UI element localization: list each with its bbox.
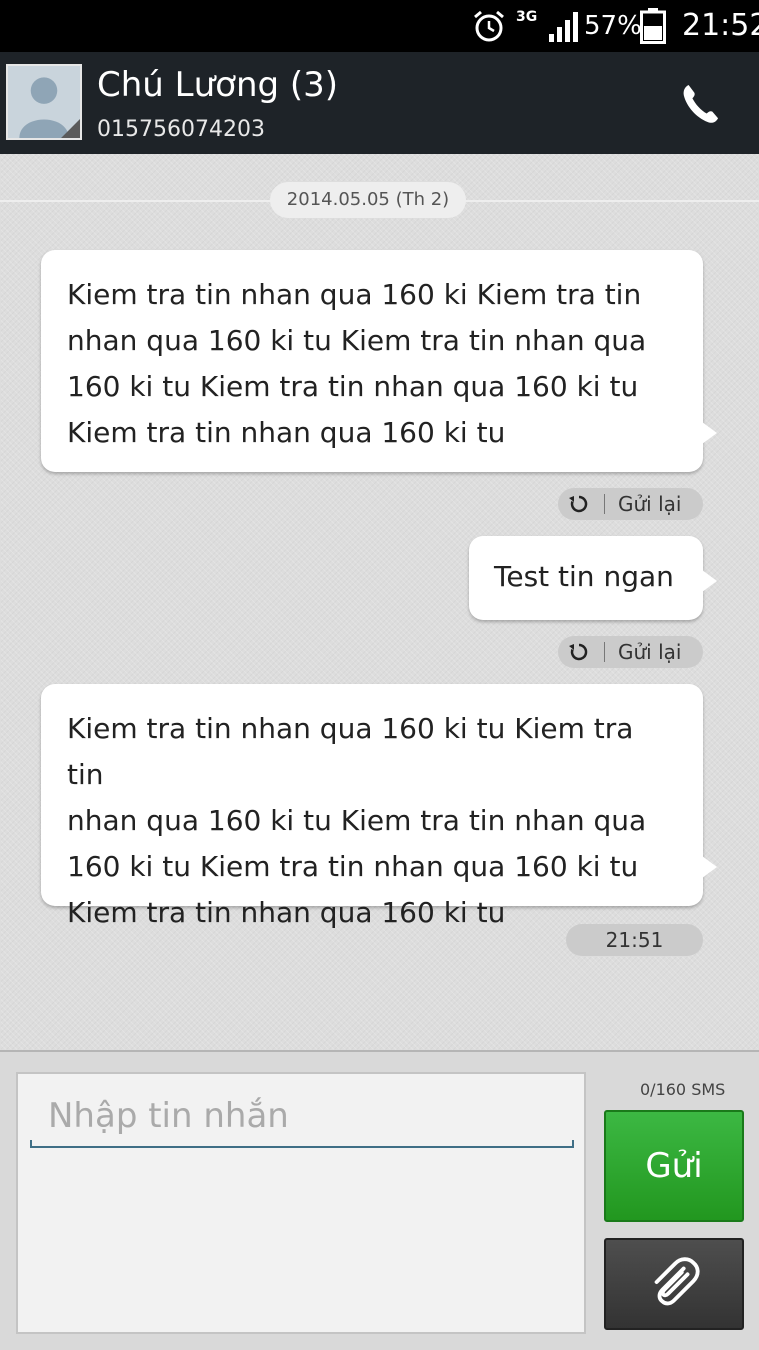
message-bubble[interactable]: Test tin ngan: [469, 536, 717, 620]
call-button[interactable]: [672, 78, 728, 130]
resend-separator: [604, 494, 605, 514]
message-line: nhan qua 160 ki tu Kiem tra tin nhan qua: [67, 804, 647, 837]
resend-label: Gửi lại: [618, 492, 682, 516]
signal-icon: [549, 12, 578, 42]
contact-phone: 015756074203: [97, 117, 265, 142]
retry-icon: [569, 495, 588, 513]
date-separator: 2014.05.05 (Th 2): [270, 182, 466, 218]
message-bubble[interactable]: Kiem tra tin nhan qua 160 ki tu Kiem tra…: [41, 684, 717, 929]
message-line: 160 ki tu Kiem tra tin nhan qua 160 ki t…: [67, 370, 639, 403]
phone-icon: [683, 85, 719, 123]
message-line: 160 ki tu Kiem tra tin nhan qua 160 ki t…: [67, 850, 639, 883]
person-icon: [8, 66, 80, 138]
retry-icon: [569, 643, 588, 661]
conversation-header: Chú Lương (3) 015756074203: [0, 52, 759, 154]
attach-button[interactable]: [604, 1238, 744, 1330]
message-line: Kiem tra tin nhan qua 160 ki Kiem tra ti…: [67, 278, 642, 311]
status-bar: 3G 57% 21:52: [0, 0, 759, 52]
message-input-placeholder: Nhập tin nhắn: [48, 1096, 289, 1136]
message-input[interactable]: Nhập tin nhắn: [16, 1072, 586, 1334]
message-line: Test tin ngan: [494, 560, 674, 593]
input-underline: [30, 1140, 574, 1148]
network-type: 3G: [516, 9, 538, 25]
message-line: Kiem tra tin nhan qua 160 ki tu: [67, 416, 506, 449]
contact-name: Chú Lương (3): [97, 65, 339, 105]
message-list[interactable]: 2014.05.05 (Th 2) Kiem tra tin nhan qua …: [0, 154, 759, 1050]
resend-separator: [604, 642, 605, 662]
battery-percent: 57%: [584, 11, 642, 41]
paperclip-icon: [654, 1257, 700, 1306]
message-line: Kiem tra tin nhan qua 160 ki tu Kiem tra…: [67, 712, 634, 791]
resend-button[interactable]: Gửi lại: [558, 488, 703, 520]
message-timestamp: 21:51: [566, 924, 703, 956]
avatar[interactable]: [6, 64, 82, 140]
status-clock: 21:52: [682, 8, 759, 43]
send-button[interactable]: Gửi: [604, 1110, 744, 1222]
alarm-clock-icon: [474, 10, 504, 42]
resend-label: Gửi lại: [618, 640, 682, 664]
character-counter: 0/160 SMS: [640, 1080, 726, 1099]
composer: Nhập tin nhắn 0/160 SMS Gửi: [0, 1050, 759, 1350]
resend-button[interactable]: Gửi lại: [558, 636, 703, 668]
battery-icon: [640, 8, 666, 44]
message-bubble[interactable]: Kiem tra tin nhan qua 160 ki Kiem tra ti…: [41, 250, 717, 472]
message-line: nhan qua 160 ki tu Kiem tra tin nhan qua: [67, 324, 647, 357]
